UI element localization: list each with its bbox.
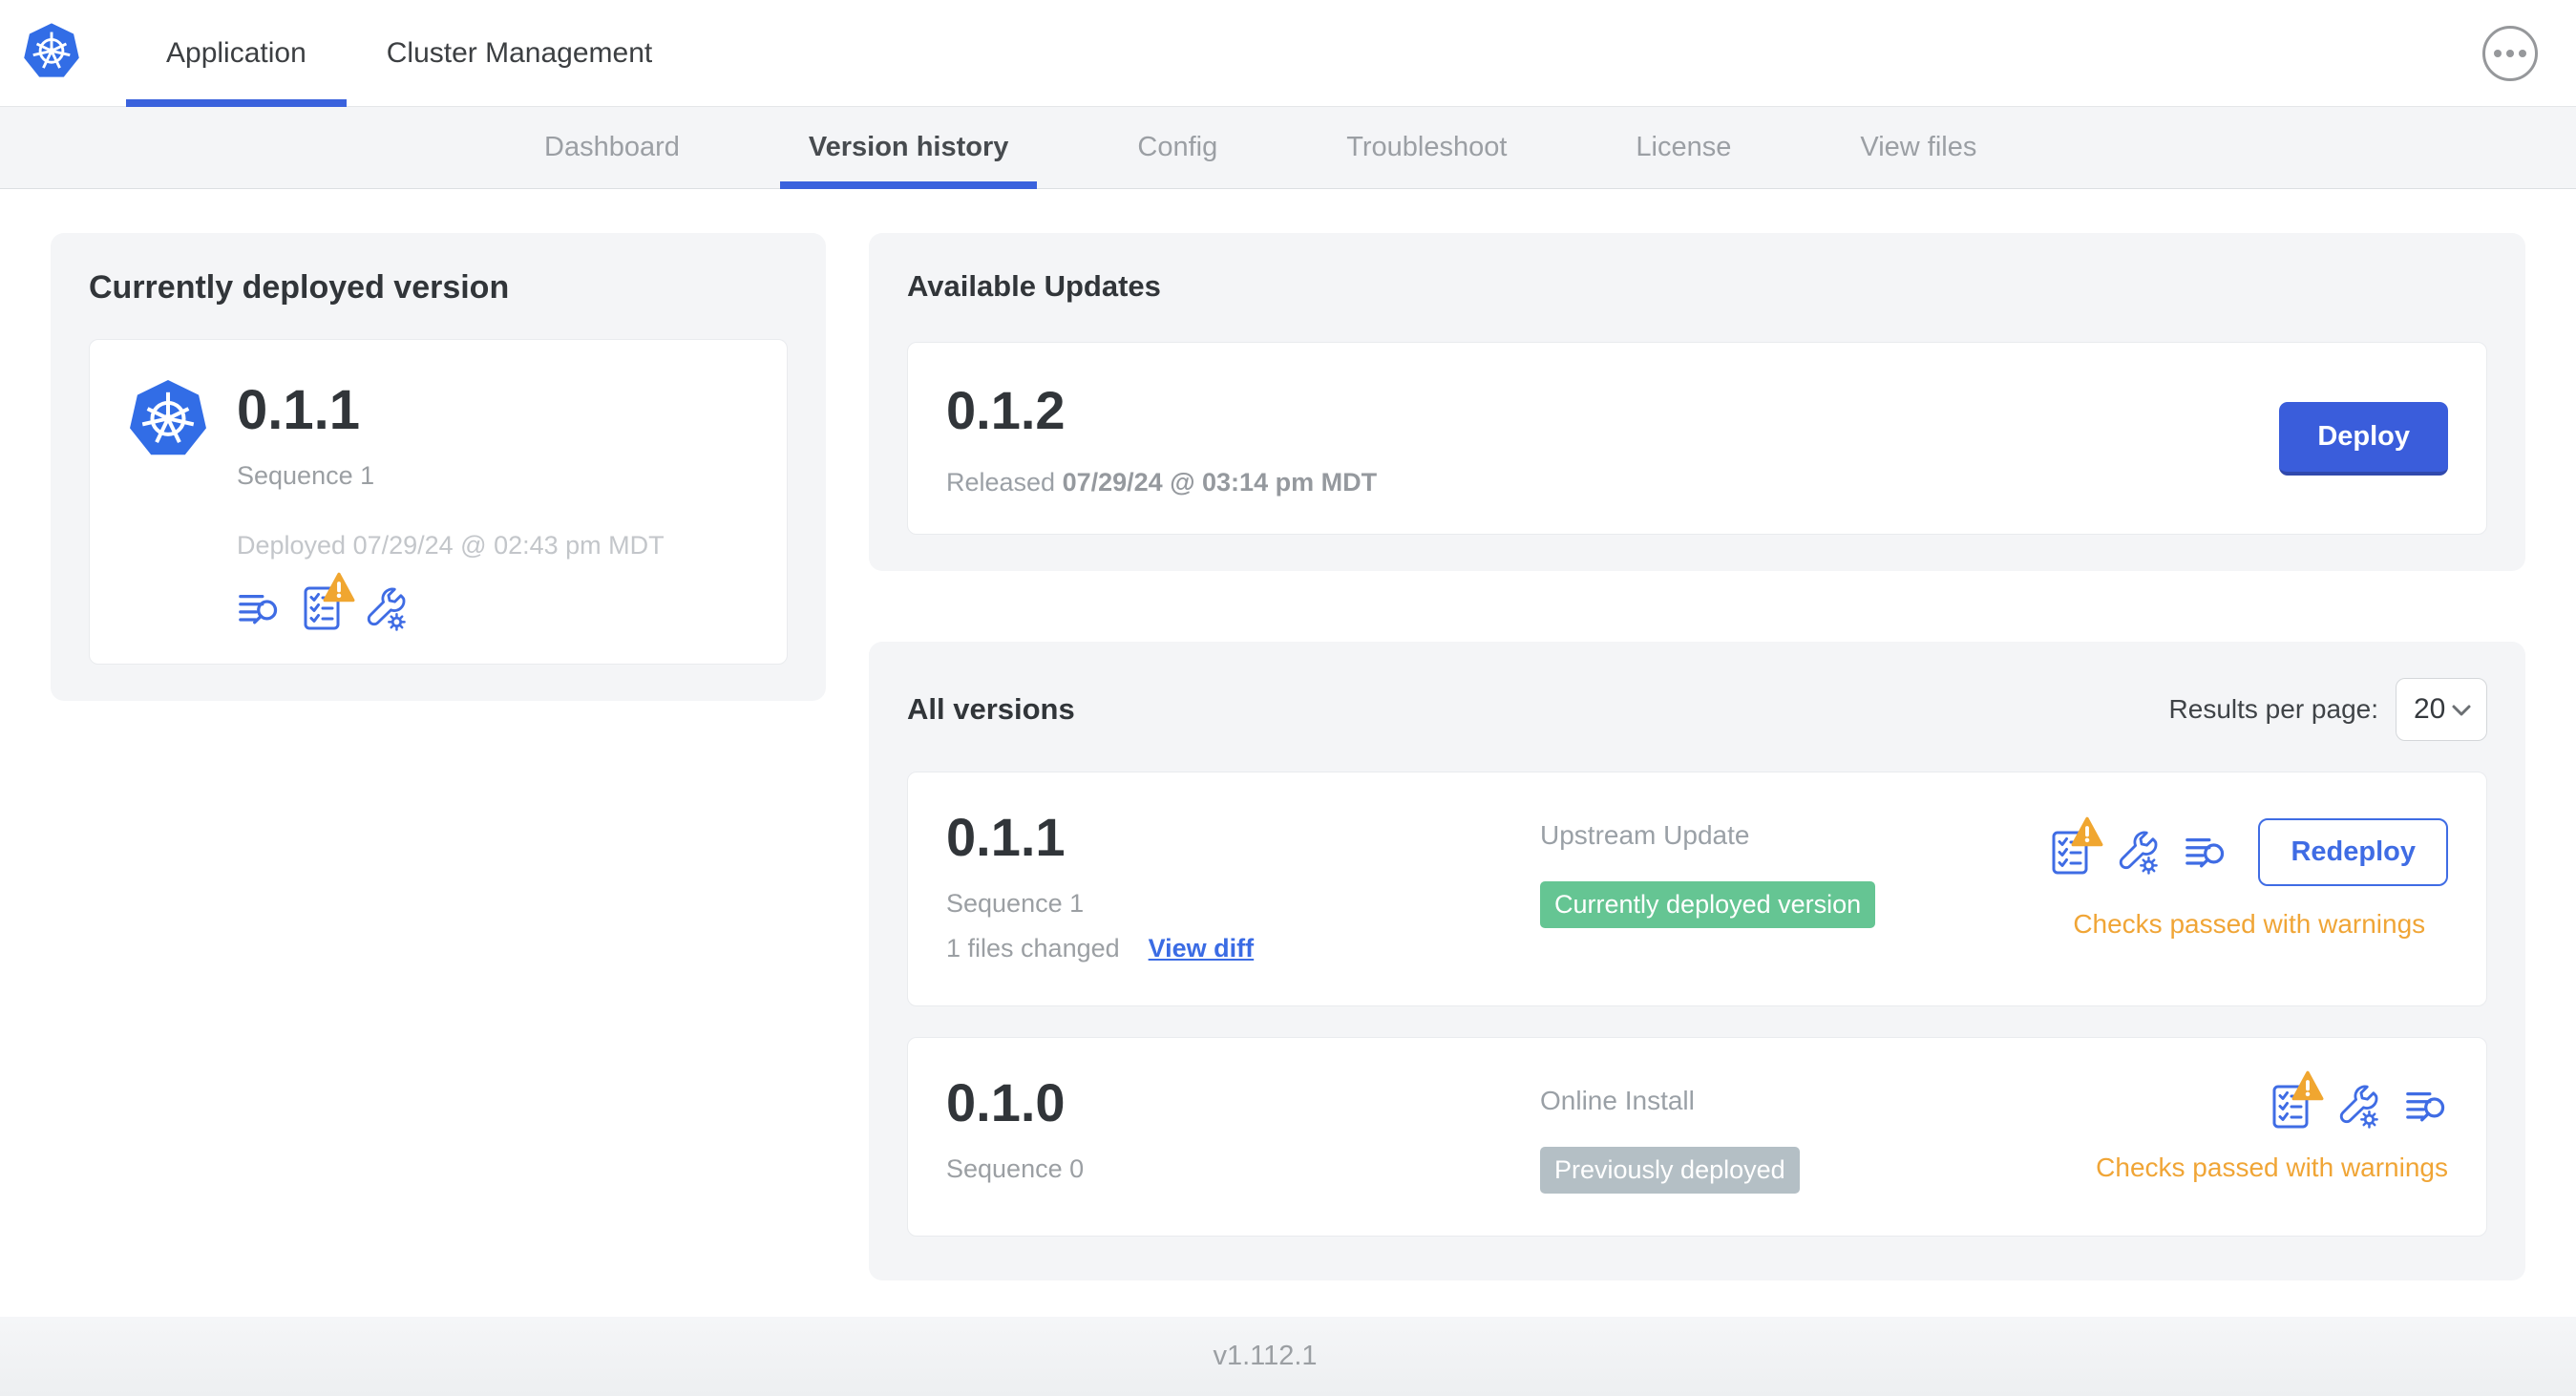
update-version-number: 0.1.2: [946, 380, 1066, 440]
config-wrench-icon[interactable]: [2115, 831, 2159, 875]
results-per-page-select[interactable]: 20: [2396, 678, 2487, 741]
available-updates-card: Available Updates 0.1.2 Released 07/29/2…: [869, 233, 2525, 571]
warning-triangle-icon: [2071, 816, 2103, 847]
preflight-checklist-icon[interactable]: [302, 572, 355, 631]
current-version-sequence: Sequence 1: [237, 460, 375, 490]
view-diff-link[interactable]: View diff: [1149, 934, 1255, 963]
row-source-label: Upstream Update: [1540, 820, 1750, 850]
tab-version-history[interactable]: Version history: [779, 107, 1038, 189]
tab-version-history-label: Version history: [808, 132, 1009, 162]
current-version-deployed-date: Deployed 07/29/24 @ 02:43 pm MDT: [237, 530, 665, 560]
results-per-page-value: 20: [2414, 693, 2446, 725]
release-notes-icon[interactable]: [237, 587, 281, 631]
version-row-0-1-1: 0.1.1 Sequence 1 1 files changed View di…: [907, 772, 2487, 1006]
tab-application[interactable]: Application: [126, 0, 347, 107]
previously-deployed-badge: Previously deployed: [1540, 1147, 1800, 1194]
warning-triangle-icon: [2291, 1070, 2324, 1101]
config-wrench-icon[interactable]: [363, 587, 407, 631]
row-source-label: Online Install: [1540, 1086, 1695, 1115]
deploy-button[interactable]: Deploy: [2279, 401, 2448, 476]
kubernetes-app-icon: [126, 378, 210, 631]
current-version-number: 0.1.1: [237, 379, 360, 441]
all-versions-card: All versions Results per page: 20 0.1.1 …: [869, 642, 2525, 1280]
row-sequence: Sequence 0: [946, 1154, 1085, 1183]
all-versions-title: All versions: [907, 692, 1075, 726]
release-notes-icon[interactable]: [2184, 831, 2228, 875]
row-version-number: 0.1.1: [946, 807, 1066, 867]
kubernetes-logo: [21, 22, 82, 85]
row-sequence: Sequence 1: [946, 889, 1085, 918]
checks-status-text: Checks passed with warnings: [2073, 909, 2426, 939]
update-released-date: Released 07/29/24 @ 03:14 pm MDT: [946, 468, 1378, 497]
redeploy-button[interactable]: Redeploy: [2258, 818, 2448, 886]
tab-application-label: Application: [166, 36, 306, 69]
preflight-checklist-icon[interactable]: [2270, 1070, 2324, 1130]
preflight-checklist-icon[interactable]: [2050, 816, 2103, 876]
release-notes-icon[interactable]: [2404, 1085, 2448, 1129]
chevron-down-icon: [2450, 693, 2473, 726]
tab-cluster-management-label: Cluster Management: [386, 36, 653, 69]
currently-deployed-card: Currently deployed version 0.1.1 Sequenc…: [51, 233, 826, 701]
tab-license[interactable]: License: [1607, 107, 1760, 188]
ellipsis-menu-icon[interactable]: [2482, 25, 2538, 81]
console-version: v1.112.1: [1213, 1341, 1318, 1371]
checks-status-text: Checks passed with warnings: [2096, 1153, 2448, 1182]
available-updates-title: Available Updates: [907, 269, 1161, 303]
tab-cluster-management[interactable]: Cluster Management: [347, 0, 692, 106]
top-nav: Application Cluster Management: [0, 0, 2576, 107]
currently-deployed-version-card: 0.1.1 Sequence 1 Deployed 07/29/24 @ 02:…: [89, 339, 788, 665]
tab-config[interactable]: Config: [1109, 107, 1246, 188]
row-files-changed: 1 files changed: [946, 934, 1120, 962]
app-subnav: Dashboard Version history Config Trouble…: [0, 107, 2576, 189]
row-version-number: 0.1.0: [946, 1072, 1066, 1132]
app-logo-wrap: [0, 0, 126, 106]
tab-dashboard-label: Dashboard: [544, 132, 680, 162]
tab-config-label: Config: [1137, 132, 1218, 162]
currently-deployed-title: Currently deployed version: [89, 269, 510, 306]
available-update-row: 0.1.2 Released 07/29/24 @ 03:14 pm MDT D…: [907, 342, 2487, 535]
tab-dashboard[interactable]: Dashboard: [516, 107, 708, 188]
tab-troubleshoot-label: Troubleshoot: [1346, 132, 1508, 162]
tab-view-files[interactable]: View files: [1831, 107, 2005, 188]
main-content: Currently deployed version 0.1.1 Sequenc…: [0, 189, 2576, 1280]
config-wrench-icon[interactable]: [2335, 1085, 2379, 1129]
tab-view-files-label: View files: [1860, 132, 1977, 162]
currently-deployed-badge: Currently deployed version: [1540, 881, 1876, 928]
warning-triangle-icon: [323, 572, 355, 603]
header-tabs: Application Cluster Management: [126, 0, 692, 107]
tab-troubleshoot[interactable]: Troubleshoot: [1318, 107, 1535, 188]
results-per-page-label: Results per page:: [2168, 694, 2378, 724]
footer: v1.112.1: [0, 1317, 2576, 1396]
tab-license-label: License: [1636, 132, 1732, 162]
version-row-0-1-0: 0.1.0 Sequence 0 Online Install Previous…: [907, 1037, 2487, 1237]
